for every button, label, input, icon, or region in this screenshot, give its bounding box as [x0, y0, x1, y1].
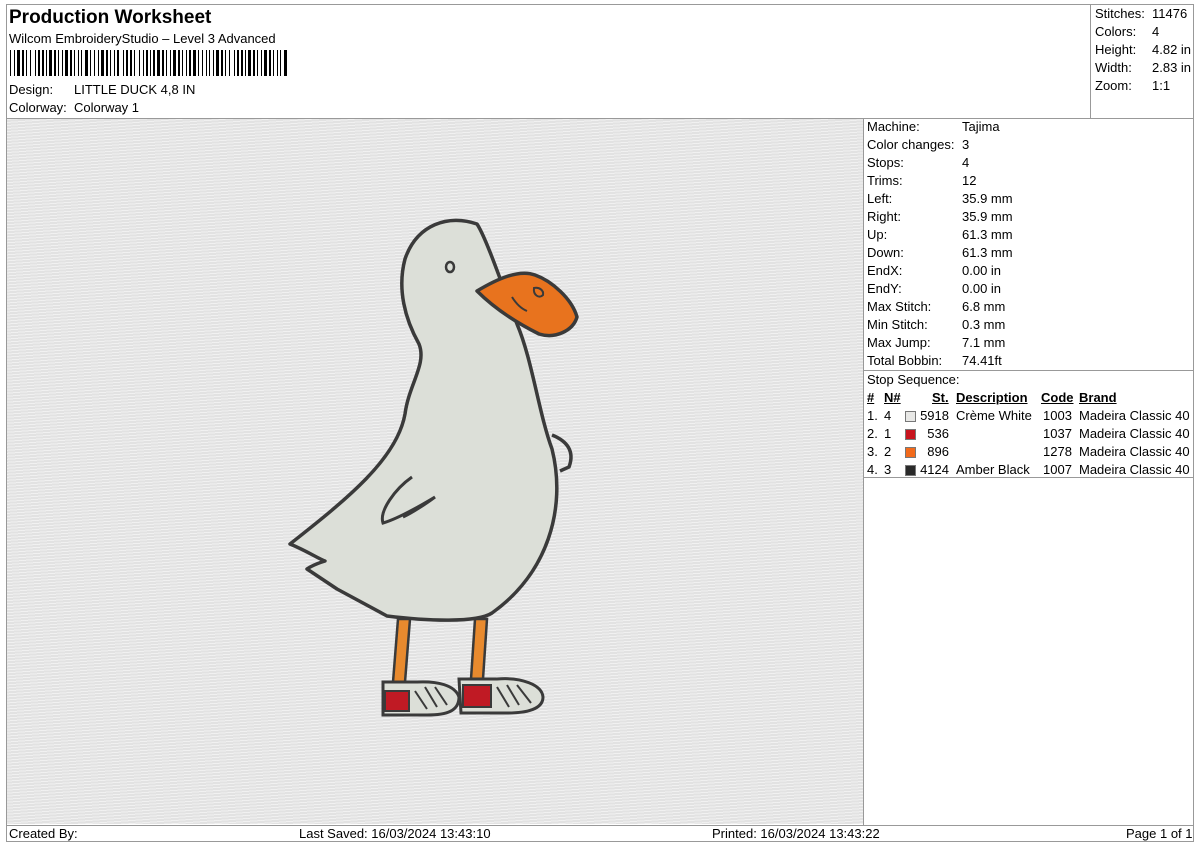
cell-code: 1007 [1043, 462, 1072, 477]
machine-info-label: Left: [867, 191, 893, 206]
cell-brand: Madeira Classic 40 [1079, 462, 1190, 477]
summary-value: 11476 [1152, 6, 1188, 21]
summary-label: Height: [1095, 42, 1137, 57]
info-divider [863, 370, 1194, 371]
shoe-left-heel [384, 690, 410, 712]
machine-info-value: 61.3 mm [962, 227, 1013, 242]
col-header-stitches: St. [932, 390, 949, 405]
shoe-right-heel [462, 684, 492, 708]
machine-info-label: EndX: [867, 263, 903, 278]
machine-info-value: 35.9 mm [962, 209, 1013, 224]
machine-info-value: 74.41ft [962, 353, 1002, 368]
col-header-description: Description [956, 390, 1028, 405]
summary-label: Zoom: [1095, 78, 1132, 93]
software-subtitle: Wilcom EmbroideryStudio – Level 3 Advanc… [9, 31, 276, 46]
cell-n: 4 [884, 408, 892, 423]
color-swatch [905, 429, 916, 440]
cell-num: 2. [867, 426, 878, 441]
machine-info-label: Right: [867, 209, 901, 224]
machine-info-label: Max Stitch: [867, 299, 932, 314]
cell-num: 3. [867, 444, 878, 459]
machine-info-value: 0.00 in [962, 281, 1002, 296]
machine-info-label: Down: [867, 245, 904, 260]
colorway-label: Colorway: [9, 100, 67, 115]
machine-info-label: Stops: [867, 155, 904, 170]
machine-info-value: 6.8 mm [962, 299, 1006, 314]
colorway-value: Colorway 1 [74, 100, 140, 115]
beak-nostril [532, 286, 545, 298]
machine-info-label: Machine: [867, 119, 920, 134]
machine-info-label: Min Stitch: [867, 317, 928, 332]
color-swatch [905, 447, 916, 458]
cell-brand: Madeira Classic 40 [1079, 444, 1190, 459]
design-label: Design: [9, 82, 54, 97]
machine-info-label: Max Jump: [867, 335, 931, 350]
col-header-num: # [867, 390, 875, 405]
cell-description: Crème White [956, 408, 1032, 423]
page-number: Page 1 of 1 [1126, 826, 1193, 841]
summary-label: Stitches: [1095, 6, 1145, 21]
color-swatch [905, 465, 916, 476]
sequence-divider [863, 477, 1194, 478]
machine-info-value: 0.00 in [962, 263, 1002, 278]
machine-info-value: 12 [962, 173, 977, 188]
summary-label: Colors: [1095, 24, 1137, 39]
color-swatch [905, 411, 916, 422]
machine-info-label: Up: [867, 227, 888, 242]
duck-embroidery [288, 218, 579, 717]
summary-value: 2.83 in [1152, 60, 1192, 75]
duck-eye [444, 260, 456, 274]
design-preview [7, 119, 863, 824]
col-header-needle: N# [884, 390, 901, 405]
machine-info-value: 0.3 mm [962, 317, 1006, 332]
cell-num: 1. [867, 408, 878, 423]
machine-info-value: 3 [962, 137, 970, 152]
machine-info-value: Tajima [962, 119, 1000, 134]
machine-info-value: 7.1 mm [962, 335, 1006, 350]
duck-leg-left [391, 617, 412, 684]
created-by: Created By: [9, 826, 78, 841]
cell-brand: Madeira Classic 40 [1079, 426, 1190, 441]
machine-info-value: 4 [962, 155, 970, 170]
design-value: LITTLE DUCK 4,8 IN [74, 82, 196, 97]
barcode [10, 50, 287, 76]
cell-st: 896 [927, 444, 949, 459]
cell-st: 5918 [920, 408, 949, 423]
stop-sequence-title: Stop Sequence: [867, 372, 960, 387]
panel-divider [863, 118, 864, 825]
machine-info-label: Trims: [867, 173, 903, 188]
cell-brand: Madeira Classic 40 [1079, 408, 1190, 423]
machine-info-value: 61.3 mm [962, 245, 1013, 260]
cell-n: 3 [884, 462, 892, 477]
cell-st: 4124 [920, 462, 949, 477]
col-header-brand: Brand [1079, 390, 1117, 405]
summary-label: Width: [1095, 60, 1132, 75]
summary-divider [1090, 4, 1091, 118]
footer-divider [6, 825, 1194, 826]
cell-description: Amber Black [956, 462, 1030, 477]
cell-code: 1037 [1043, 426, 1072, 441]
machine-info-value: 35.9 mm [962, 191, 1013, 206]
machine-info-label: EndY: [867, 281, 902, 296]
printed-date: Printed: 16/03/2024 13:43:22 [712, 826, 880, 841]
cell-n: 2 [884, 444, 892, 459]
summary-value: 4 [1152, 24, 1160, 39]
cell-code: 1278 [1043, 444, 1072, 459]
cell-num: 4. [867, 462, 878, 477]
cell-st: 536 [927, 426, 949, 441]
machine-info-label: Total Bobbin: [867, 353, 943, 368]
summary-value: 1:1 [1152, 78, 1171, 93]
cell-code: 1003 [1043, 408, 1072, 423]
last-saved: Last Saved: 16/03/2024 13:43:10 [299, 826, 491, 841]
page-title: Production Worksheet [9, 7, 212, 28]
col-header-code: Code [1041, 390, 1074, 405]
duck-leg-right [469, 617, 489, 681]
summary-value: 4.82 in [1152, 42, 1192, 57]
cell-n: 1 [884, 426, 892, 441]
machine-info-label: Color changes: [867, 137, 955, 152]
